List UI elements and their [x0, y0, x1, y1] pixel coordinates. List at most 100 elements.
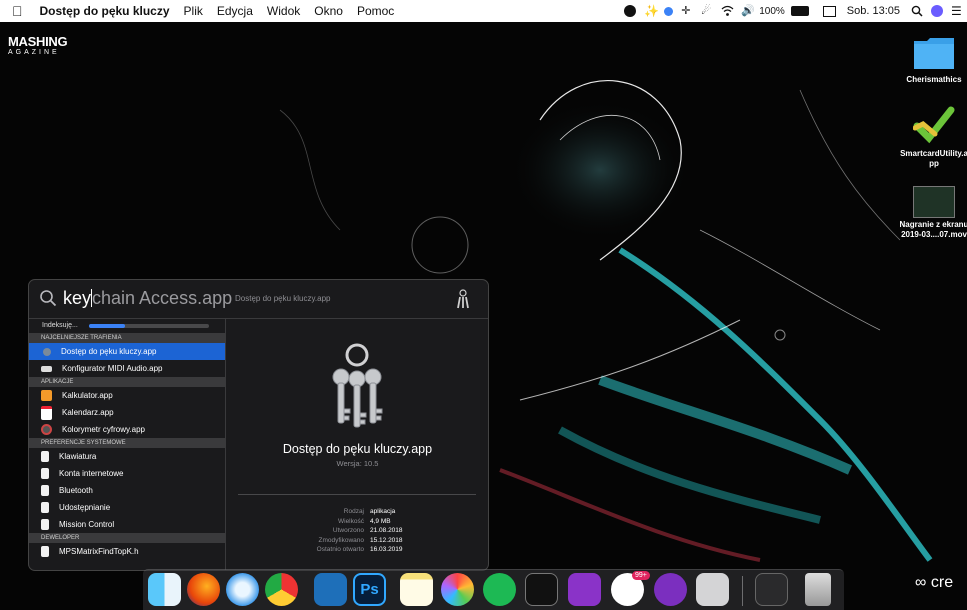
wallpaper-brand: MASHING AGAZINE: [8, 34, 68, 56]
indexing-progress-fill: [89, 324, 125, 328]
result-label: Bluetooth: [59, 486, 93, 495]
dock-chrome-icon[interactable]: [265, 573, 298, 606]
siri-icon[interactable]: [931, 5, 943, 17]
meta-key: Wielkość: [337, 517, 364, 525]
result-label: Kalkulator.app: [62, 391, 113, 400]
dock-spotify-icon[interactable]: [483, 573, 516, 606]
watermark: ∞ cre: [915, 574, 953, 592]
dock: Ps 99+: [143, 569, 844, 610]
meta-value: 15.12.2018: [370, 536, 403, 544]
app-menu[interactable]: Dostęp do pęku kluczy: [33, 4, 177, 18]
dock-photos-icon[interactable]: [441, 573, 474, 606]
document-icon: [41, 451, 49, 462]
desktop-icon-screen-recording[interactable]: Nagranie z ekranu 2019-03....07.mov: [893, 186, 967, 240]
meta-row-last-opened: Ostatnio otwarto 16.03.2019: [226, 546, 488, 556]
spotlight-search-icon[interactable]: [911, 5, 923, 17]
battery-icon[interactable]: [790, 6, 809, 16]
menu-pomoc[interactable]: Pomoc: [350, 4, 401, 18]
dock-safari-icon[interactable]: [226, 573, 259, 606]
dock-firefox-icon[interactable]: [187, 573, 220, 606]
dock-keychain-icon[interactable]: [696, 573, 729, 606]
search-query: key: [63, 288, 92, 308]
record-icon[interactable]: [624, 5, 637, 17]
dock-screen-recording-icon[interactable]: [755, 573, 788, 606]
app-status-icon[interactable]: [664, 6, 674, 16]
menu-widok[interactable]: Widok: [260, 4, 307, 18]
result-calendar[interactable]: Kalendarz.app: [29, 404, 225, 421]
dock-gog-icon[interactable]: [654, 573, 687, 606]
result-label: Kalendarz.app: [62, 408, 114, 417]
result-keyboard-pref[interactable]: Klawiatura: [29, 448, 225, 465]
result-keychain-access[interactable]: Dostęp do pęku kluczy.app: [29, 343, 225, 360]
colorimeter-icon: [41, 424, 52, 435]
watermark-text: cre: [930, 574, 954, 591]
menu-okno[interactable]: Okno: [307, 4, 350, 18]
bluetooth-icon[interactable]: ✛: [681, 5, 693, 17]
midi-keyboard-icon: [41, 365, 52, 372]
notification-center-icon[interactable]: ☰: [951, 5, 963, 17]
brand-subtitle: AGAZINE: [8, 49, 60, 56]
battery-percent: 100%: [759, 5, 785, 17]
indexing-label: Indeksuję...: [42, 322, 78, 329]
meta-value: aplikacja: [370, 508, 396, 515]
result-colorimeter[interactable]: Kolorymetr cyfrowy.app: [29, 421, 225, 438]
document-icon: [41, 468, 49, 479]
clock[interactable]: Sob. 13:05: [840, 5, 907, 17]
preview-title: Dostęp do pęku kluczy.app: [282, 442, 433, 456]
document-icon: [41, 485, 49, 496]
menu-plik[interactable]: Plik: [177, 4, 210, 18]
desktop-icon-label: Cherismathics: [906, 75, 962, 84]
meta-row-created: Utworzono 21.08.2018: [226, 527, 488, 537]
results-list: Indeksuję... NAJCELNIEJSZE TRAFIENIA Dos…: [29, 319, 225, 570]
airdrop-icon[interactable]: ☄: [701, 5, 713, 17]
dock-rp-icon[interactable]: [568, 573, 601, 606]
dock-notes-icon[interactable]: [400, 573, 433, 606]
menu-bar:  Dostęp do pęku kluczy Plik Edycja Wido…: [0, 0, 967, 22]
dock-finder-icon[interactable]: [148, 573, 181, 606]
brand-title: MASHING: [8, 34, 68, 49]
dock-terminal-icon[interactable]: [525, 573, 558, 606]
wifi-icon[interactable]: [721, 5, 734, 17]
calendar-icon: [41, 405, 52, 420]
result-calculator[interactable]: Kalkulator.app: [29, 387, 225, 404]
meta-row-kind: Rodzaj aplikacja: [226, 508, 488, 518]
meta-value: 4,9 MB: [370, 517, 391, 525]
dock-photoshop-icon[interactable]: Ps: [353, 573, 386, 606]
meta-key: Utworzono: [332, 527, 364, 534]
display-icon[interactable]: [822, 5, 836, 17]
result-label: MPSMatrixFindTopK.h: [59, 547, 139, 556]
result-label: Kolorymetr cyfrowy.app: [62, 425, 145, 434]
desktop:  Dostęp do pęku kluczy Plik Edycja Wido…: [0, 0, 967, 610]
meta-row-size: Wielkość 4,9 MB: [226, 517, 488, 528]
result-label: Dostęp do pęku kluczy.app: [61, 347, 157, 356]
result-mission-control[interactable]: Mission Control: [29, 516, 225, 533]
menu-edycja[interactable]: Edycja: [210, 4, 260, 18]
meta-key: Ostatnio otwarto: [316, 546, 364, 553]
section-header-developer: DEWELOPER: [29, 533, 225, 543]
watermark-logo-icon: ∞: [915, 574, 927, 591]
search-icon: [39, 289, 57, 312]
dock-vscode-icon[interactable]: [314, 573, 347, 606]
desktop-icon-cherismathics[interactable]: Cherismathics: [897, 36, 967, 85]
result-bluetooth[interactable]: Bluetooth: [29, 482, 225, 499]
folder-icon: [897, 36, 967, 73]
result-mps-header[interactable]: MPSMatrixFindTopK.h: [29, 543, 225, 560]
section-header-system-prefs: PREFERENCJE SYSTEMOWE: [29, 438, 225, 448]
result-midi-config[interactable]: Konfigurator MIDI Audio.app: [29, 360, 225, 377]
result-label: Konfigurator MIDI Audio.app: [62, 364, 163, 373]
spotlight-search-bar[interactable]: keychain Access.app Dostęp do pęku klucz…: [29, 280, 488, 319]
desktop-icon-label-line2: pp: [929, 159, 939, 168]
result-label: Udostępnianie: [59, 503, 111, 512]
tool-icon[interactable]: ✨: [644, 5, 659, 17]
result-internet-accounts[interactable]: Konta internetowe: [29, 465, 225, 482]
apple-menu-icon[interactable]: : [0, 3, 33, 19]
search-input[interactable]: keychain Access.app: [63, 288, 232, 309]
dock-badge: 99+: [632, 571, 650, 580]
desktop-icon-smartcardutility[interactable]: SmartcardUtility.a pp: [897, 104, 967, 169]
dock-trash-icon[interactable]: [805, 573, 831, 606]
video-thumbnail-icon: [913, 186, 955, 218]
indexing-progress-bar: [89, 324, 209, 328]
header-file-icon: [41, 546, 49, 557]
result-sharing[interactable]: Udostępnianie: [29, 499, 225, 516]
volume-icon[interactable]: 🔊: [741, 5, 755, 17]
